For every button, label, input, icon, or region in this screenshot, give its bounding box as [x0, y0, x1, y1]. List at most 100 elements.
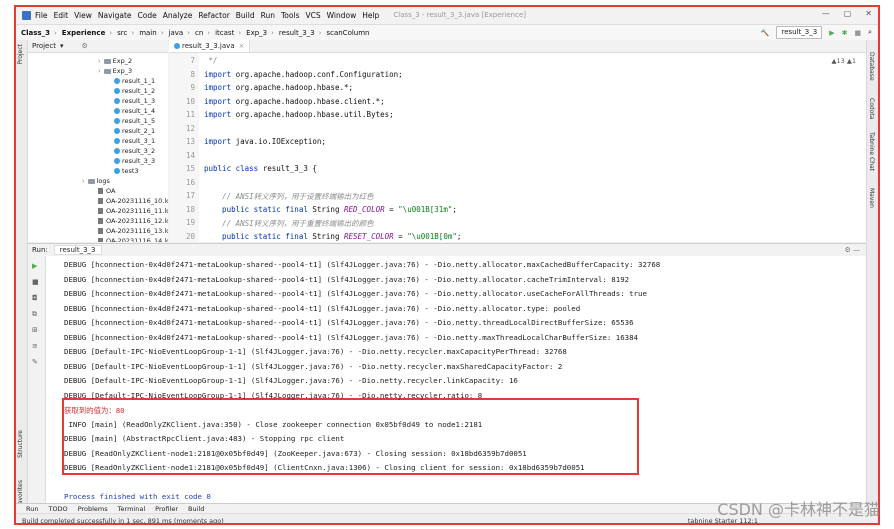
close-icon[interactable]: ✕: [865, 9, 872, 18]
run-icon[interactable]: ▶: [829, 29, 834, 37]
tree-item[interactable]: result_1_2: [114, 87, 155, 95]
breadcrumb-item[interactable]: itcast: [215, 29, 234, 37]
line-number: 7: [190, 56, 195, 65]
bottom-tab-build[interactable]: Build: [188, 505, 204, 513]
search-icon[interactable]: ⌕: [868, 28, 872, 37]
code-line: import org.apache.hadoop.conf.Configurat…: [204, 70, 403, 79]
breadcrumb-separator: ›: [271, 28, 274, 37]
breadcrumb-item[interactable]: cn: [195, 29, 203, 37]
breadcrumb-item[interactable]: Exp_3: [246, 29, 267, 37]
run-config-select[interactable]: result_3_3: [776, 26, 823, 39]
window-controls: — ▢ ✕: [822, 9, 872, 18]
minimize-icon[interactable]: —: [822, 9, 830, 18]
maven-tool-label[interactable]: Maven: [868, 188, 875, 208]
debug-icon[interactable]: ✱: [842, 29, 848, 37]
tree-item[interactable]: test3: [114, 167, 139, 175]
tree-item[interactable]: result_1_5: [114, 117, 155, 125]
stop-icon[interactable]: ■: [32, 278, 39, 286]
console-line: INFO [main] (ReadOnlyZKClient.java:350) …: [64, 419, 483, 429]
menu-item-window[interactable]: Window: [327, 11, 357, 20]
console-output[interactable]: DEBUG [hconnection-0x4d0f2471-metaLookup…: [46, 256, 866, 503]
tree-item[interactable]: result_2_1: [114, 127, 155, 135]
bottom-tab-run[interactable]: Run: [26, 505, 38, 513]
menu-item-help[interactable]: Help: [362, 11, 379, 20]
line-number: 13: [185, 137, 195, 146]
gear-icon[interactable]: ⚙: [81, 42, 87, 50]
bottom-tab-todo[interactable]: TODO: [48, 505, 67, 513]
chevron-icon[interactable]: ›: [82, 177, 85, 185]
breadcrumb-item[interactable]: main: [139, 29, 157, 37]
menu-item-analyze[interactable]: Analyze: [163, 11, 193, 20]
menu-item-view[interactable]: View: [74, 11, 92, 20]
tree-item[interactable]: › Exp_3: [98, 67, 132, 75]
structure-tool-label[interactable]: Structure: [17, 430, 24, 458]
database-tool-label[interactable]: Database: [868, 52, 875, 81]
console-line: DEBUG [ReadOnlyZKClient-node1:2181@0x05b…: [64, 463, 585, 472]
project-tool-label[interactable]: Project: [17, 44, 24, 65]
tree-item[interactable]: result_1_1: [114, 77, 155, 85]
codota-tool-label[interactable]: Codota: [868, 98, 875, 119]
code-token: import: [204, 110, 236, 119]
breadcrumb-item[interactable]: Experience: [62, 29, 106, 37]
menu-item-tools[interactable]: Tools: [281, 11, 299, 20]
tree-item[interactable]: OA-20231116_11.lo: [98, 207, 168, 215]
close-tab-icon[interactable]: ×: [239, 42, 245, 50]
bottom-tab-profiler[interactable]: Profiler: [155, 505, 178, 513]
chevron-icon[interactable]: ›: [98, 67, 101, 75]
tree-item[interactable]: result_3_2: [114, 147, 155, 155]
layout-icon[interactable]: ⧉: [32, 310, 37, 319]
tree-item[interactable]: OA: [98, 187, 115, 195]
tree-item[interactable]: result_1_4: [114, 107, 155, 115]
code-token: org.apache.hadoop.hbase.util.Bytes;: [235, 110, 394, 119]
code-token: String: [312, 204, 344, 214]
tree-item[interactable]: OA-20231116_14.lo: [98, 237, 168, 242]
menu-item-refactor[interactable]: Refactor: [198, 11, 229, 20]
tree-item-label: test3: [122, 167, 139, 175]
breadcrumb-item[interactable]: result_3_3: [279, 29, 315, 37]
menu-item-code[interactable]: Code: [138, 11, 157, 20]
menu-item-navigate[interactable]: Navigate: [98, 11, 132, 20]
console-line: DEBUG [hconnection-0x4d0f2471-metaLookup…: [64, 289, 647, 298]
code-token: public static final: [204, 204, 313, 214]
code-token: org.apache.hadoop.hbase.client.*;: [235, 96, 385, 106]
breadcrumb-item[interactable]: java: [169, 29, 184, 37]
list-icon[interactable]: ≡: [32, 342, 38, 350]
menu-item-run[interactable]: Run: [261, 11, 275, 20]
stop-icon[interactable]: ■: [854, 29, 861, 37]
hammer-icon[interactable]: 🔨: [761, 29, 770, 37]
tree-item[interactable]: result_3_1: [114, 137, 155, 145]
menu-item-edit[interactable]: Edit: [54, 11, 69, 20]
tree-item[interactable]: › Exp_2: [98, 57, 132, 65]
run-tab[interactable]: result_3_3: [53, 245, 102, 255]
breadcrumb-item[interactable]: Class_3: [21, 29, 50, 37]
camera-icon[interactable]: ◘: [32, 294, 38, 302]
bottom-tab-problems[interactable]: Problems: [78, 505, 108, 513]
tree-item-label: result_3_1: [122, 137, 156, 145]
menu-item-vcs[interactable]: VCS: [305, 11, 320, 20]
chevron-down-icon[interactable]: ▾: [60, 42, 64, 50]
tree-item[interactable]: result_1_3: [114, 97, 155, 105]
tab-result-3-3[interactable]: result_3_3.java ×: [169, 40, 251, 52]
breadcrumb-item[interactable]: src: [117, 29, 127, 37]
project-dropdown[interactable]: Project: [32, 42, 56, 50]
breadcrumb-separator: ›: [131, 28, 135, 37]
pin-icon[interactable]: ✎: [32, 358, 38, 366]
breadcrumb-item[interactable]: scanColumn: [326, 29, 369, 37]
menu-item-file[interactable]: File: [35, 11, 48, 20]
bottom-tab-terminal[interactable]: Terminal: [118, 505, 145, 513]
menu-item-build[interactable]: Build: [236, 11, 255, 20]
tree-item[interactable]: result_3_3: [114, 157, 155, 165]
maximize-icon[interactable]: ▢: [844, 9, 852, 18]
tree-item[interactable]: OA-20231116_10.lo: [98, 197, 168, 205]
tree-item[interactable]: OA-20231116_12.lo: [98, 217, 168, 225]
rerun-icon[interactable]: ▶: [32, 262, 37, 270]
code-line: public static final String RED_COLOR = "…: [204, 205, 457, 214]
inspection-widget[interactable]: ▲13 ▲1: [832, 57, 856, 65]
tabnine-chat-tool-label[interactable]: Tabnine Chat: [868, 132, 875, 171]
tree-item[interactable]: OA-20231116_13.lo: [98, 227, 168, 235]
code-editor[interactable]: ▲13 ▲1 */ import org.apache.hadoop.conf.C…: [199, 53, 866, 242]
grid-icon[interactable]: ⊞: [32, 326, 38, 334]
tree-item[interactable]: › logs: [82, 177, 110, 185]
gear-icon[interactable]: ⚙ —: [844, 246, 860, 254]
chevron-icon[interactable]: ›: [98, 57, 101, 65]
